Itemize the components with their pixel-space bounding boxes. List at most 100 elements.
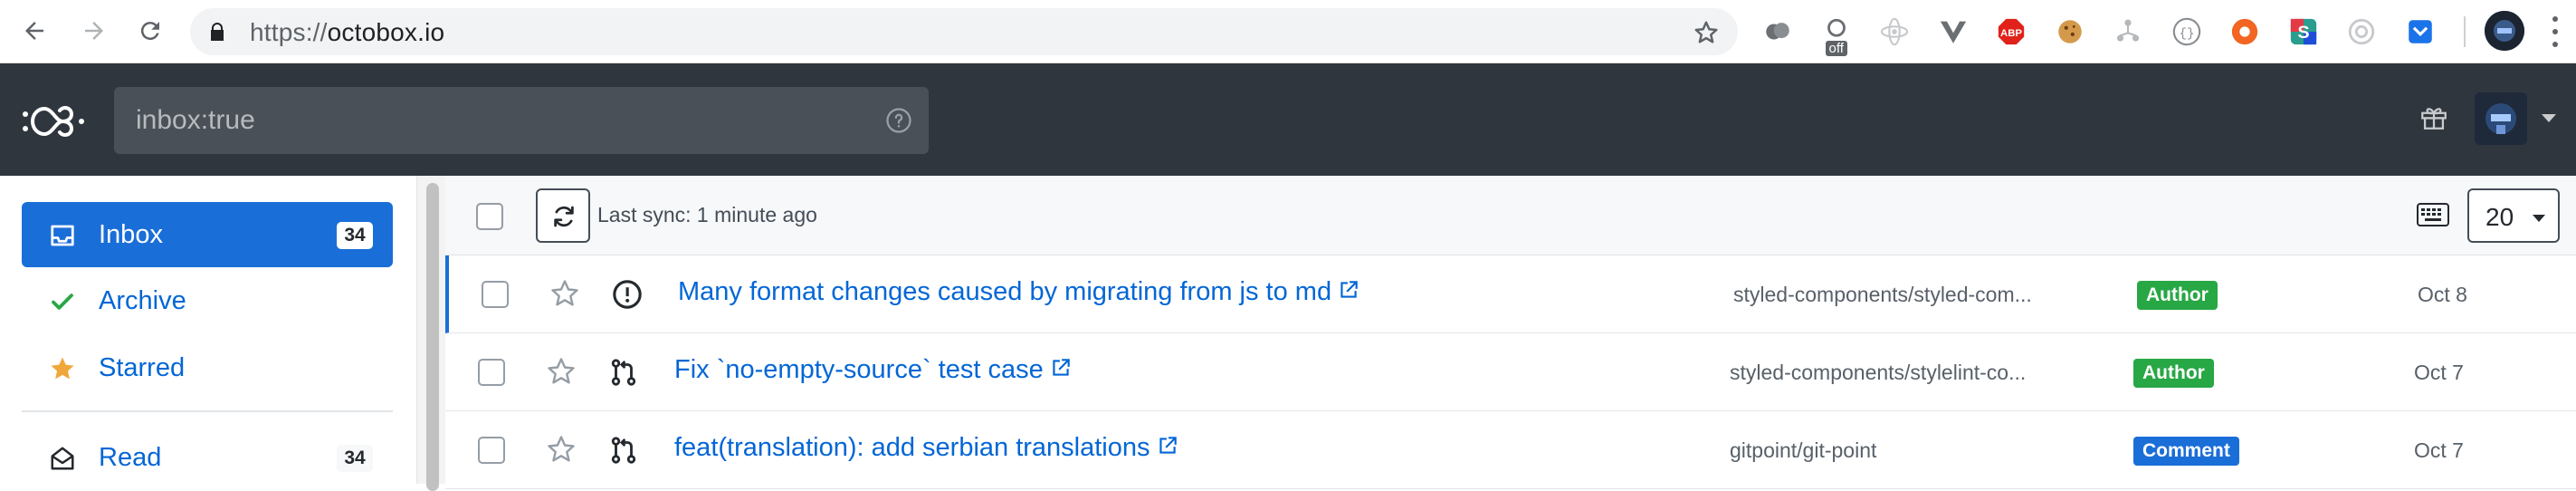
app-header bbox=[0, 63, 2576, 176]
adblock-icon: ABP bbox=[1998, 18, 2025, 45]
notification-list: Last sync: 1 minute ago 20 Many format c… bbox=[445, 176, 2576, 489]
sync-button[interactable] bbox=[536, 188, 590, 243]
notification-date: Oct 8 bbox=[2418, 283, 2467, 306]
cookie-icon bbox=[2057, 20, 2082, 43]
lock-icon bbox=[211, 23, 224, 41]
row-checkbox[interactable] bbox=[478, 437, 505, 464]
reason-badge: Author bbox=[2133, 359, 2214, 388]
reason-badge: Comment bbox=[2133, 437, 2239, 466]
extension-orange[interactable] bbox=[2228, 15, 2261, 48]
sidebar-divider bbox=[22, 410, 393, 412]
svg-text:ABP: ABP bbox=[2000, 28, 2022, 39]
extension-off[interactable]: off bbox=[1820, 15, 1853, 56]
envelope-open-icon bbox=[51, 447, 74, 470]
vue-icon bbox=[1940, 21, 1966, 43]
extension-s[interactable]: S bbox=[2287, 15, 2320, 48]
notification-row[interactable]: Many format changes caused by migrating … bbox=[445, 255, 2576, 333]
target-icon bbox=[2348, 18, 2375, 45]
browser-profile-avatar[interactable] bbox=[2485, 11, 2524, 51]
profile-image-icon bbox=[2485, 11, 2524, 51]
sidebar-item-label: Archive bbox=[99, 285, 186, 315]
extension-react[interactable] bbox=[1878, 15, 1911, 48]
extension-abp[interactable]: ABP bbox=[1995, 15, 2027, 48]
user-menu-caret-icon[interactable] bbox=[2542, 114, 2556, 122]
sidebar-scrollbar[interactable] bbox=[416, 176, 445, 491]
sidebar-item-starred[interactable]: Starred bbox=[22, 335, 393, 400]
svg-text:S: S bbox=[2297, 23, 2309, 43]
gift-icon[interactable] bbox=[2419, 101, 2449, 132]
read-count-badge: 34 bbox=[337, 445, 373, 472]
user-avatar[interactable] bbox=[2475, 92, 2527, 145]
sidebar-item-label: Read bbox=[99, 442, 162, 472]
pocket-icon bbox=[2408, 20, 2432, 43]
browser-toolbar: https://octobox.io off ABP {} S bbox=[0, 0, 2576, 63]
user-avatar-image-icon bbox=[2475, 92, 2527, 145]
reason-badge: Author bbox=[2137, 281, 2218, 310]
inbox-count-badge: 34 bbox=[337, 222, 373, 249]
per-page-value: 20 bbox=[2485, 203, 2514, 231]
sidebar-item-label: Inbox bbox=[99, 219, 163, 249]
star-outline-icon[interactable] bbox=[549, 277, 581, 310]
pull-request-icon bbox=[611, 437, 636, 464]
notification-title-link[interactable]: Many format changes caused by migrating … bbox=[678, 277, 1360, 307]
notification-date: Oct 7 bbox=[2414, 361, 2464, 384]
octobox-logo-icon[interactable] bbox=[20, 101, 87, 141]
extension-cookie[interactable] bbox=[2054, 15, 2086, 48]
check-icon bbox=[52, 294, 73, 310]
extension-tree[interactable] bbox=[2112, 15, 2144, 48]
inbox-icon bbox=[51, 225, 74, 246]
notification-title-link[interactable]: Fix `no-empty-source` test case bbox=[674, 355, 1073, 385]
sidebar-item-label: Starred bbox=[99, 352, 186, 382]
notification-title-link[interactable]: feat(translation): add serbian translati… bbox=[674, 433, 1179, 463]
lifebuoy-icon bbox=[2231, 18, 2258, 45]
scrollbar-thumb[interactable] bbox=[426, 183, 439, 491]
bookmark-star-icon[interactable] bbox=[1693, 19, 1720, 46]
repo-name[interactable]: gitpoint/git-point bbox=[1730, 438, 2074, 463]
off-tag: off bbox=[1825, 41, 1847, 56]
back-button[interactable] bbox=[16, 13, 52, 49]
extension-target[interactable] bbox=[2345, 15, 2378, 48]
external-link-icon[interactable] bbox=[1337, 278, 1360, 302]
browser-menu-button[interactable] bbox=[2551, 16, 2560, 47]
react-icon bbox=[1880, 17, 1909, 46]
braces-icon: {} bbox=[2172, 17, 2200, 46]
repo-name[interactable]: styled-components/stylelint-co... bbox=[1730, 361, 2074, 385]
last-sync-text: Last sync: 1 minute ago bbox=[597, 203, 817, 226]
issue-icon bbox=[613, 280, 642, 309]
reload-icon bbox=[140, 22, 159, 41]
extension-tray: off ABP {} S bbox=[1761, 9, 2462, 56]
extension-vue[interactable] bbox=[1937, 15, 1970, 48]
notification-row[interactable]: feat(translation): add serbian translati… bbox=[445, 411, 2576, 489]
url-text: https://octobox.io bbox=[250, 18, 445, 46]
brain-icon bbox=[1766, 23, 1789, 40]
star-outline-icon[interactable] bbox=[545, 433, 577, 466]
extension-json[interactable]: {} bbox=[2171, 15, 2203, 48]
forward-button[interactable] bbox=[76, 13, 112, 49]
per-page-select[interactable]: 20 bbox=[2467, 188, 2560, 243]
external-link-icon[interactable] bbox=[1156, 434, 1179, 457]
s-logo-icon: S bbox=[2290, 18, 2316, 45]
sync-icon bbox=[554, 206, 574, 227]
tree-icon bbox=[2116, 19, 2140, 42]
keyboard-icon[interactable] bbox=[2417, 203, 2449, 226]
extension-brain[interactable] bbox=[1761, 15, 1794, 48]
sidebar-item-read[interactable]: Read 34 bbox=[22, 425, 393, 490]
toolbar-separator bbox=[2464, 16, 2466, 47]
repo-name[interactable]: styled-components/styled-com... bbox=[1733, 283, 2077, 307]
reload-button[interactable] bbox=[132, 13, 168, 49]
select-all-checkbox[interactable] bbox=[476, 203, 503, 230]
row-checkbox[interactable] bbox=[482, 281, 509, 308]
svg-text:{}: {} bbox=[2179, 27, 2194, 42]
sidebar-item-archive[interactable]: Archive bbox=[22, 268, 393, 333]
star-outline-icon[interactable] bbox=[545, 355, 577, 388]
external-link-icon[interactable] bbox=[1049, 356, 1073, 380]
address-bar[interactable]: https://octobox.io bbox=[190, 8, 1738, 55]
sidebar-item-inbox[interactable]: Inbox 34 bbox=[22, 202, 393, 267]
search-box bbox=[114, 87, 929, 154]
help-icon[interactable] bbox=[885, 107, 912, 134]
row-checkbox[interactable] bbox=[478, 359, 505, 386]
extension-pocket[interactable] bbox=[2404, 15, 2437, 48]
notification-row[interactable]: Fix `no-empty-source` test case styled-c… bbox=[445, 333, 2576, 411]
search-input[interactable] bbox=[114, 87, 874, 154]
list-toolbar: Last sync: 1 minute ago 20 bbox=[445, 176, 2576, 255]
